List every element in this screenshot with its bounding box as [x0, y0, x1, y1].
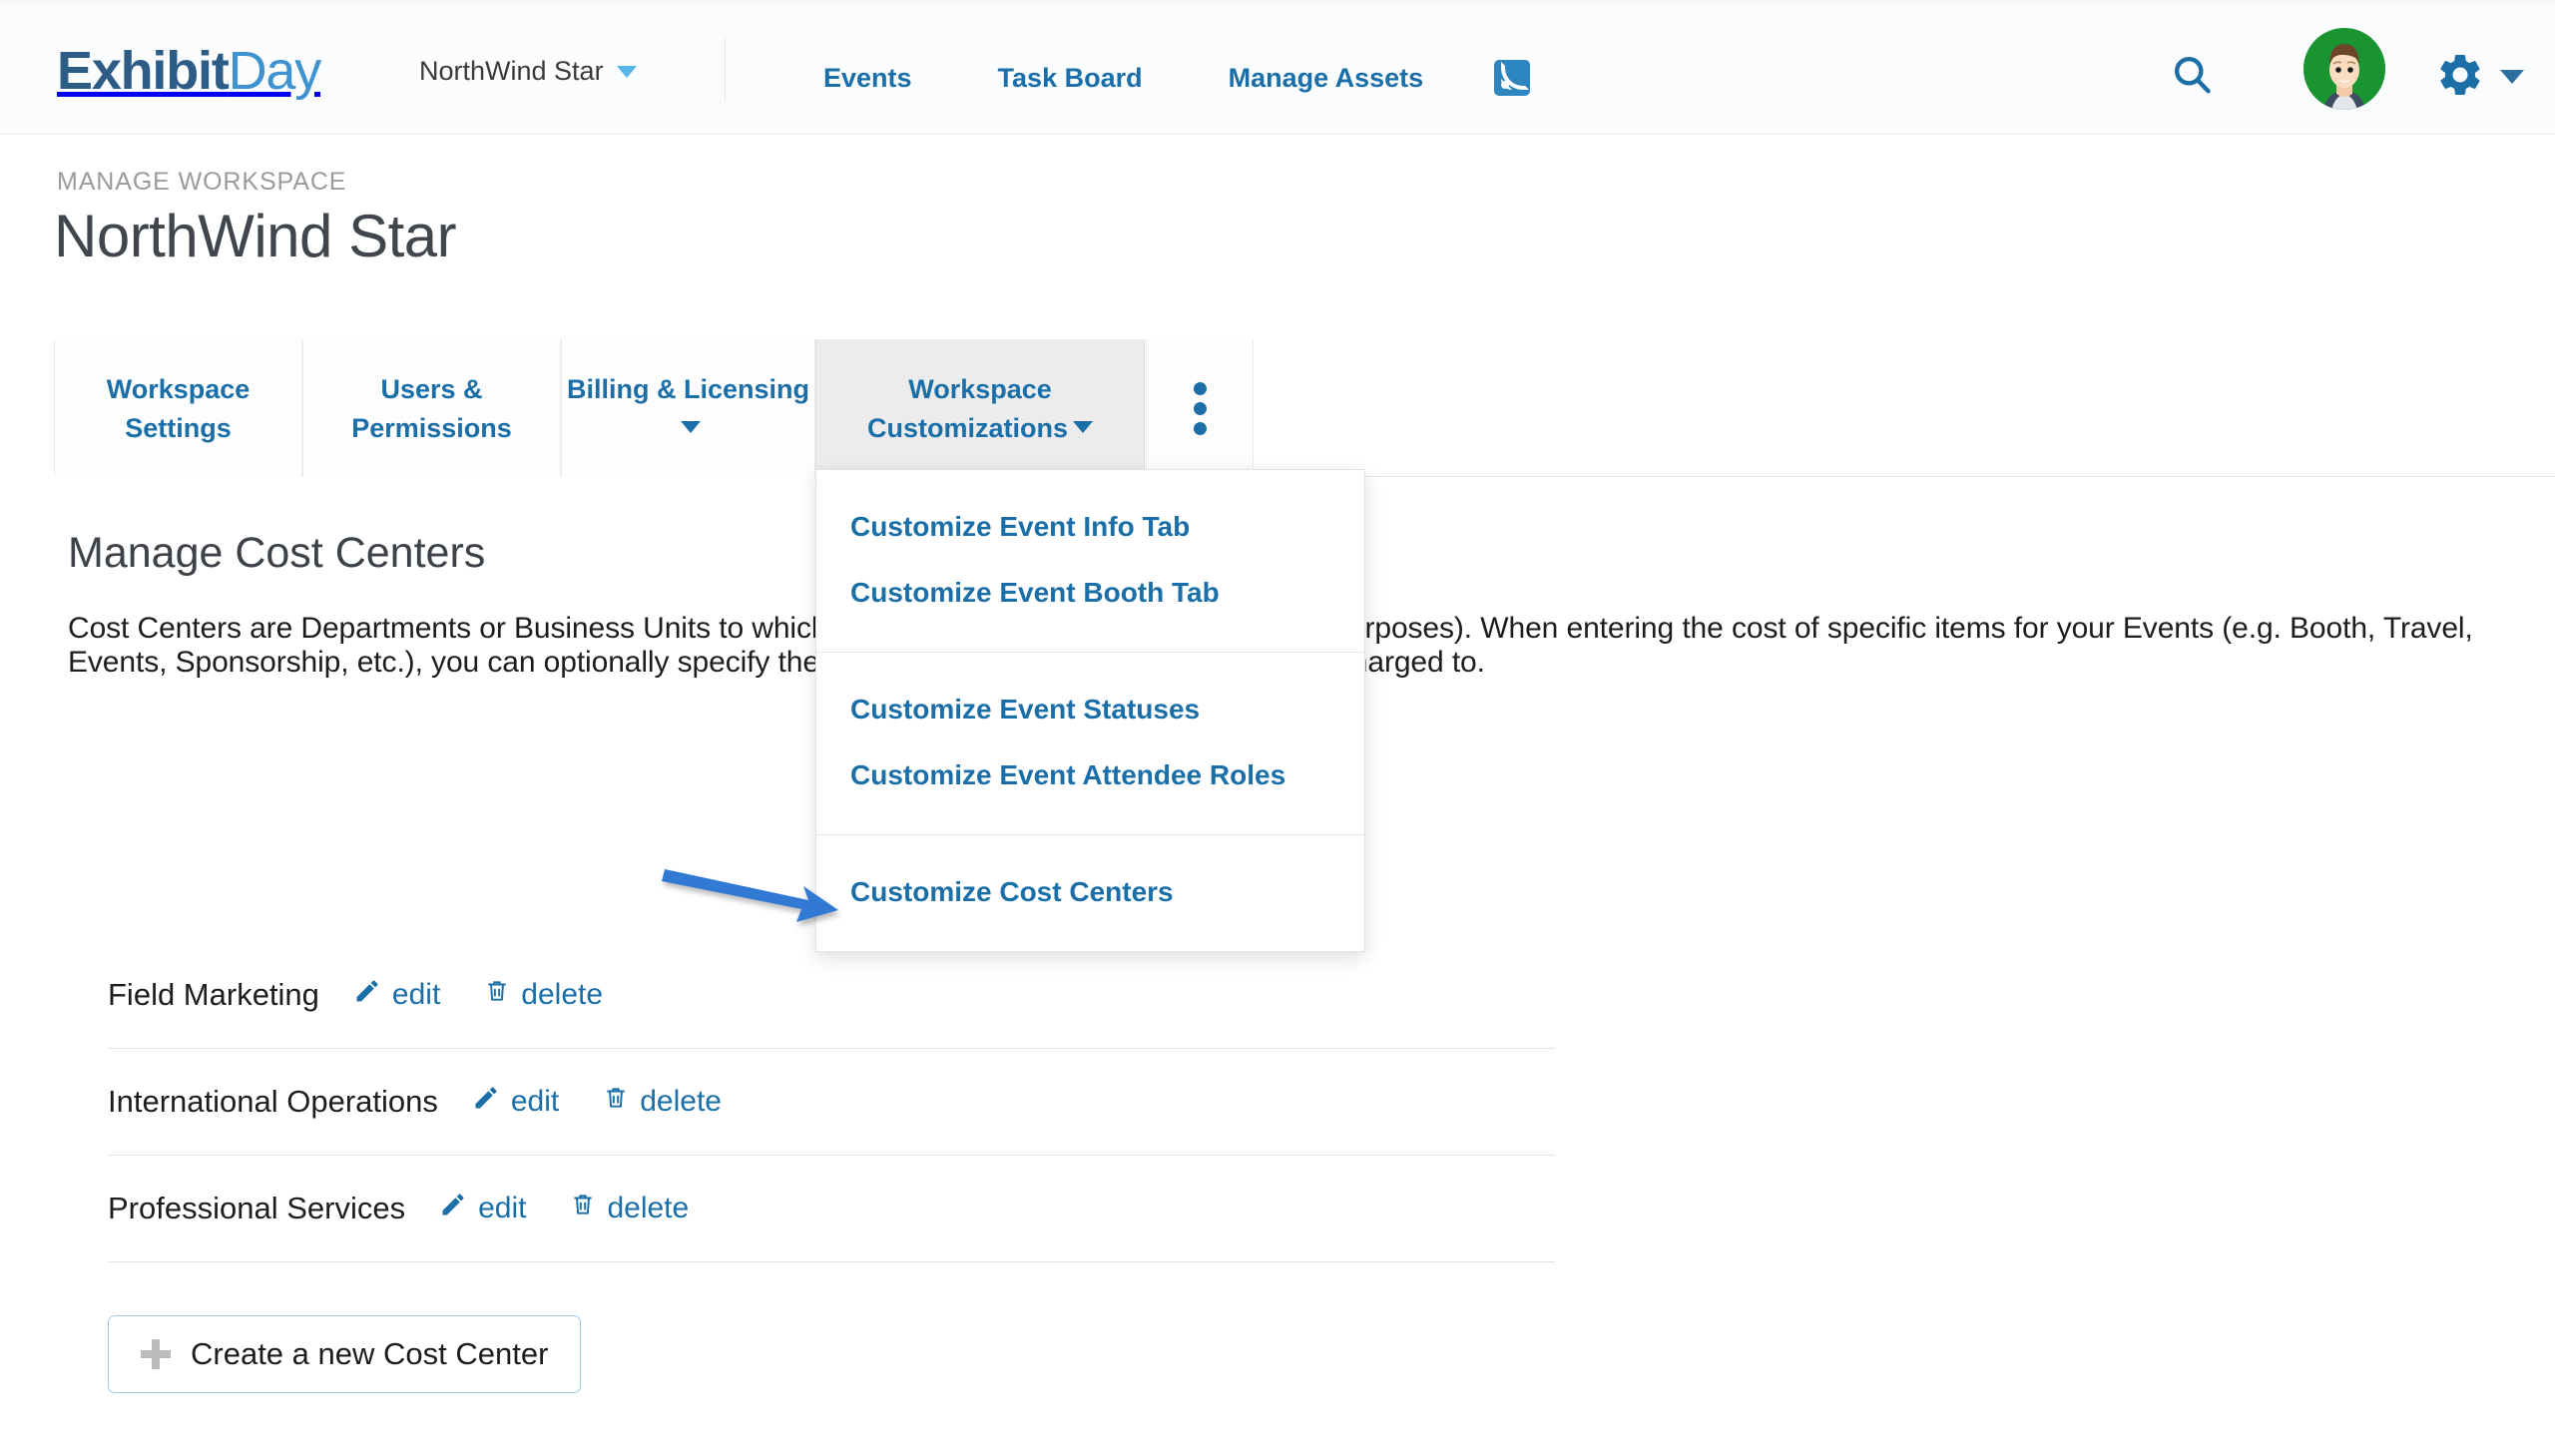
cost-center-list: Field Marketing edit delete Internationa… — [108, 942, 1555, 1262]
settings-chevron-down-icon[interactable] — [2500, 70, 2524, 84]
delete-cost-center-button[interactable]: delete — [603, 1084, 722, 1120]
nav-item-events[interactable]: Events — [780, 63, 955, 94]
tab-workspace-customizations[interactable]: Workspace Customizations — [815, 339, 1145, 477]
section-heading: Manage Cost Centers — [68, 529, 486, 577]
tab-workspace-settings-label: Workspace Settings — [106, 374, 251, 443]
workspace-customizations-dropdown: Customize Event Info Tab Customize Event… — [815, 469, 1365, 952]
cost-center-name: Field Marketing — [108, 977, 319, 1012]
edit-cost-center-button[interactable]: edit — [472, 1084, 559, 1120]
search-icon[interactable] — [2170, 52, 2214, 101]
chevron-down-icon — [1073, 420, 1093, 433]
exhibitday-logo[interactable]: ExhibitDay — [57, 40, 322, 102]
page-title: NorthWind Star — [54, 203, 457, 269]
tab-workspace-settings[interactable]: Workspace Settings — [54, 339, 302, 477]
tab-users-permissions-label: Users & Permissions — [351, 374, 512, 443]
top-header-bar: ExhibitDay NorthWind Star Events Task Bo… — [0, 4, 2555, 135]
menu-item-customize-event-statuses[interactable]: Customize Event Statuses — [816, 677, 1364, 742]
main-navigation: Events Task Board Manage Assets — [780, 60, 1531, 96]
header-divider — [725, 38, 726, 102]
nav-item-task-board[interactable]: Task Board — [955, 63, 1186, 94]
workspace-switcher[interactable]: NorthWind Star — [419, 56, 637, 87]
tab-billing-licensing[interactable]: Billing & Licensing — [561, 339, 815, 477]
logo-text-secondary: Day — [228, 41, 322, 101]
nav-item-manage-assets[interactable]: Manage Assets — [1186, 63, 1467, 94]
create-cost-center-label: Create a new Cost Center — [191, 1336, 549, 1371]
pencil-icon — [439, 1191, 467, 1226]
menu-item-customize-event-booth-tab[interactable]: Customize Event Booth Tab — [816, 560, 1364, 626]
dropdown-section: Customize Event Info Tab Customize Event… — [816, 470, 1364, 652]
edit-cost-center-button[interactable]: edit — [353, 977, 440, 1013]
trash-icon — [603, 1084, 629, 1120]
kebab-menu-icon — [1193, 381, 1207, 435]
delete-cost-center-button[interactable]: delete — [484, 977, 603, 1013]
workspace-tabbar: Workspace Settings Users & Permissions B… — [0, 339, 2555, 477]
table-row: Professional Services edit delete — [108, 1156, 1555, 1262]
cost-center-name: Professional Services — [108, 1191, 406, 1225]
edit-label: edit — [478, 1192, 527, 1224]
dropdown-section: Customize Event Statuses Customize Event… — [816, 652, 1364, 834]
trash-icon — [484, 977, 510, 1013]
create-cost-center-button[interactable]: Create a new Cost Center — [108, 1315, 582, 1393]
pencil-icon — [353, 977, 381, 1013]
edit-label: edit — [391, 978, 441, 1011]
avatar[interactable] — [2303, 28, 2385, 110]
plus-icon — [141, 1339, 171, 1369]
tab-workspace-customizations-label: Workspace Customizations — [816, 370, 1144, 447]
dropdown-section: Customize Cost Centers — [816, 834, 1364, 951]
delete-label: delete — [521, 978, 604, 1011]
pencil-icon — [472, 1084, 500, 1120]
delete-label: delete — [607, 1192, 690, 1224]
chevron-down-icon — [681, 420, 701, 433]
delete-cost-center-button[interactable]: delete — [570, 1191, 689, 1226]
table-row: International Operations edit delete — [108, 1049, 1555, 1156]
table-row: Field Marketing edit delete — [108, 942, 1555, 1049]
trash-icon — [570, 1191, 596, 1226]
cost-center-name: International Operations — [108, 1084, 438, 1119]
tab-more-options[interactable] — [1146, 339, 1254, 477]
tab-billing-licensing-label: Billing & Licensing — [562, 370, 814, 447]
menu-item-customize-cost-centers[interactable]: Customize Cost Centers — [816, 859, 1364, 925]
menu-item-customize-event-attendee-roles[interactable]: Customize Event Attendee Roles — [816, 742, 1364, 808]
workspace-switcher-label: NorthWind Star — [419, 56, 604, 86]
gear-icon[interactable] — [2435, 50, 2485, 105]
edit-label: edit — [510, 1085, 560, 1118]
menu-item-customize-event-info-tab[interactable]: Customize Event Info Tab — [816, 494, 1364, 560]
logo-text-primary: Exhibit — [57, 41, 230, 101]
tab-users-permissions[interactable]: Users & Permissions — [302, 339, 561, 477]
chevron-down-icon — [616, 65, 637, 78]
delete-label: delete — [640, 1085, 722, 1118]
breadcrumb: MANAGE WORKSPACE — [57, 168, 347, 196]
rss-feed-icon[interactable] — [1494, 60, 1531, 96]
edit-cost-center-button[interactable]: edit — [439, 1191, 526, 1226]
